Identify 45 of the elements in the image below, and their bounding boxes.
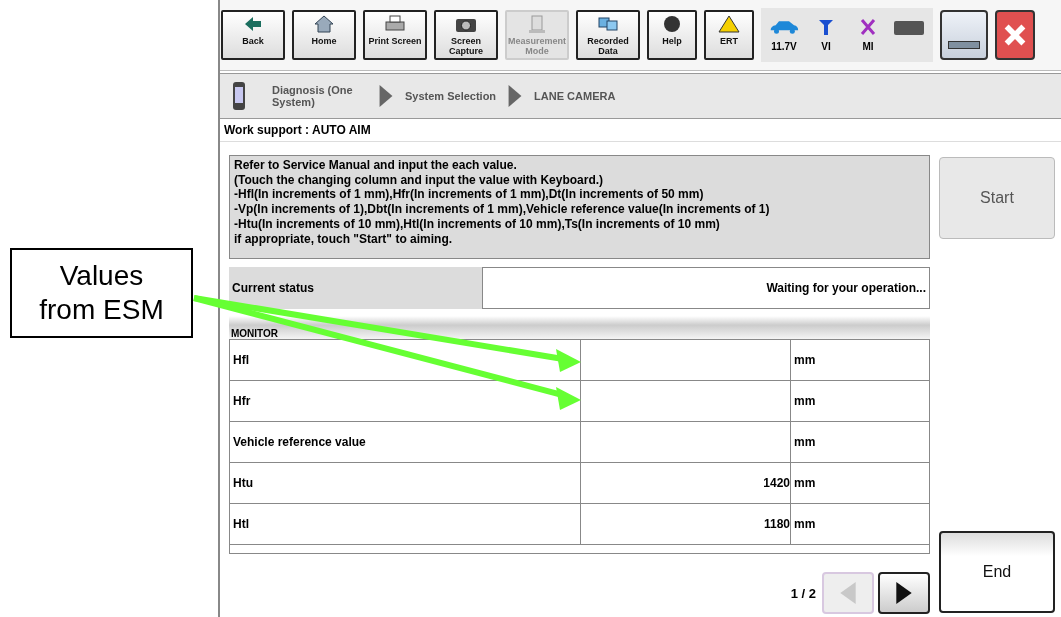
value-cell[interactable]: 1180 [581, 504, 791, 544]
triangle-arrow-icon [508, 85, 523, 107]
close-button[interactable] [995, 10, 1035, 60]
left-triangle-icon [840, 582, 856, 604]
folders-icon [596, 14, 620, 34]
callout-box: Values from ESM [10, 248, 193, 338]
house-icon [312, 14, 336, 34]
indicator-text: VI [821, 41, 831, 52]
next-page-button[interactable] [878, 572, 930, 614]
toolbar-button[interactable]: Back [221, 10, 285, 60]
triangle-arrow-icon [379, 85, 393, 107]
breadcrumb-item[interactable]: Diagnosis (One System) [272, 84, 367, 108]
table-cell: Vehicle reference value [230, 422, 581, 462]
table-cell-text: mm [793, 516, 817, 533]
breadcrumb-item[interactable]: System Selection [405, 90, 497, 102]
monitor-header: MONITOR [229, 316, 930, 339]
end-button[interactable]: End [939, 531, 1055, 613]
toolbar-button[interactable]: Help [647, 10, 697, 60]
handheld-device-icon [232, 81, 246, 111]
page-indicator: 1 / 2 [790, 585, 816, 601]
toolbar-button[interactable]: Screen Capture [434, 10, 498, 60]
instruction-text: Refer to Service Manual and input the each value. (Touch the changing column and input the value with Keyboard.) -Hfl(In increments of 1 mm),Hfr(In increments of 1 mm),Dt(In increments of 50 mm) -Vp(In increments of 1),Dbt(In increments of 1 mm),Vehicle reference value(In increments of 1) -Htu(In increments of 10 mm),Htl(In increments of 10 mm),Ts(In increments of 10 mm) if appropriate, touch "Start" to aiming. [229, 155, 930, 259]
toolbar-button[interactable]: Home [292, 10, 356, 60]
table-cell-text: mm [793, 475, 817, 492]
toolbar-button[interactable]: Print Screen [363, 10, 427, 60]
battery-icon [893, 19, 927, 37]
table-cell: Htu [230, 463, 581, 503]
printer-icon [383, 14, 407, 34]
indicator-text: MI [862, 41, 874, 52]
minimize-button[interactable] [940, 10, 988, 60]
table-cell-text: mm [793, 393, 817, 410]
voltage-text: 11.7V [771, 41, 797, 52]
toolbar-button[interactable]: ERT [704, 10, 754, 60]
status-label: Current status [231, 280, 315, 297]
right-triangle-icon [896, 582, 912, 604]
value-cell[interactable]: 1420 [581, 463, 791, 503]
warning-icon [717, 14, 741, 34]
page-title: Work support : AUTO AIM [220, 119, 1061, 142]
toolbar-button[interactable]: Recorded Data [576, 10, 640, 60]
breadcrumb-item[interactable]: LANE CAMERA [534, 90, 616, 102]
table-cell: Htl [230, 504, 581, 544]
status-value: Waiting for your operation... [482, 267, 930, 309]
car-icon [769, 18, 799, 36]
table-cell-text: mm [793, 352, 817, 369]
table-cell-text: mm [793, 434, 817, 451]
